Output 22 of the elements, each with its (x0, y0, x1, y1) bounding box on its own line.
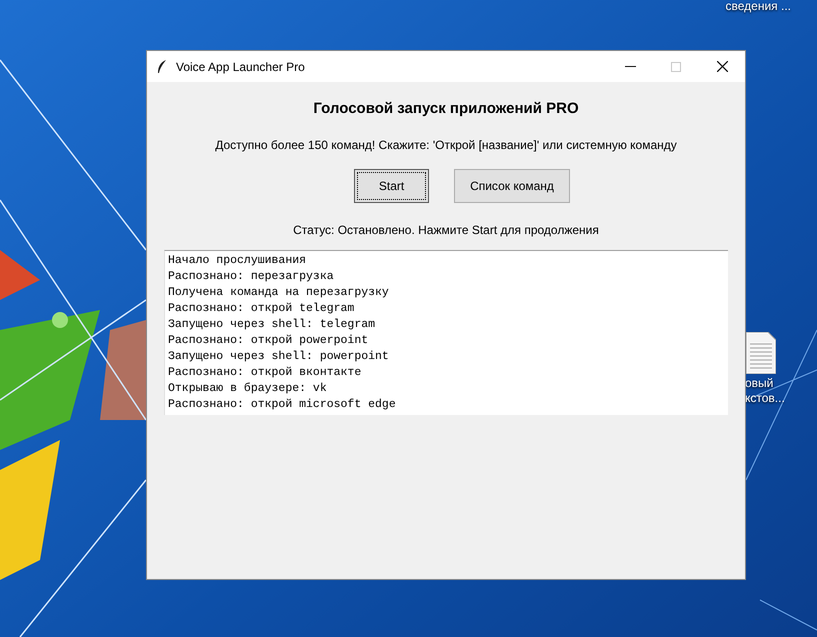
action-button[interactable]: Список команд (454, 168, 570, 202)
desktop-icon-label[interactable]: овый кстов... (745, 376, 785, 406)
log-line: Запущено через shell: telegram (168, 316, 376, 332)
log-line: Получена команда на перезагрузку (168, 284, 390, 300)
log-line: Распознано: открой вконтакте (168, 364, 362, 380)
log-line: Распознано: открой microsoft edge (168, 396, 397, 412)
log-line: Распознано: перезагрузка (168, 268, 335, 284)
log-line: Запущено через shell: powerpoint (168, 348, 390, 364)
log-line: Распознано: открой powerpoint (168, 332, 370, 348)
action-button[interactable]: Start (354, 168, 430, 202)
window-title: Voice App Launcher Pro (176, 58, 305, 76)
log-line: Начало прослушивания (168, 252, 308, 268)
status-text: Статус: Остановлено. Нажмите Start для продолжения (293, 222, 599, 238)
feather-icon (157, 60, 167, 74)
heading: Голосовой запуск приложений PRO (313, 99, 579, 119)
desktop-icon-label[interactable]: сведения ... (726, 0, 791, 14)
subtitle: Доступно более 150 команд! Скажите: 'Открой [название]' или системную команду (215, 136, 677, 154)
document-icon[interactable] (746, 332, 776, 374)
log-line: Открываю в браузере: vk (168, 380, 328, 396)
log-line: Распознано: открой telegram (168, 300, 356, 316)
minimize-icon[interactable] (624, 66, 636, 67)
close-icon[interactable] (716, 61, 728, 72)
